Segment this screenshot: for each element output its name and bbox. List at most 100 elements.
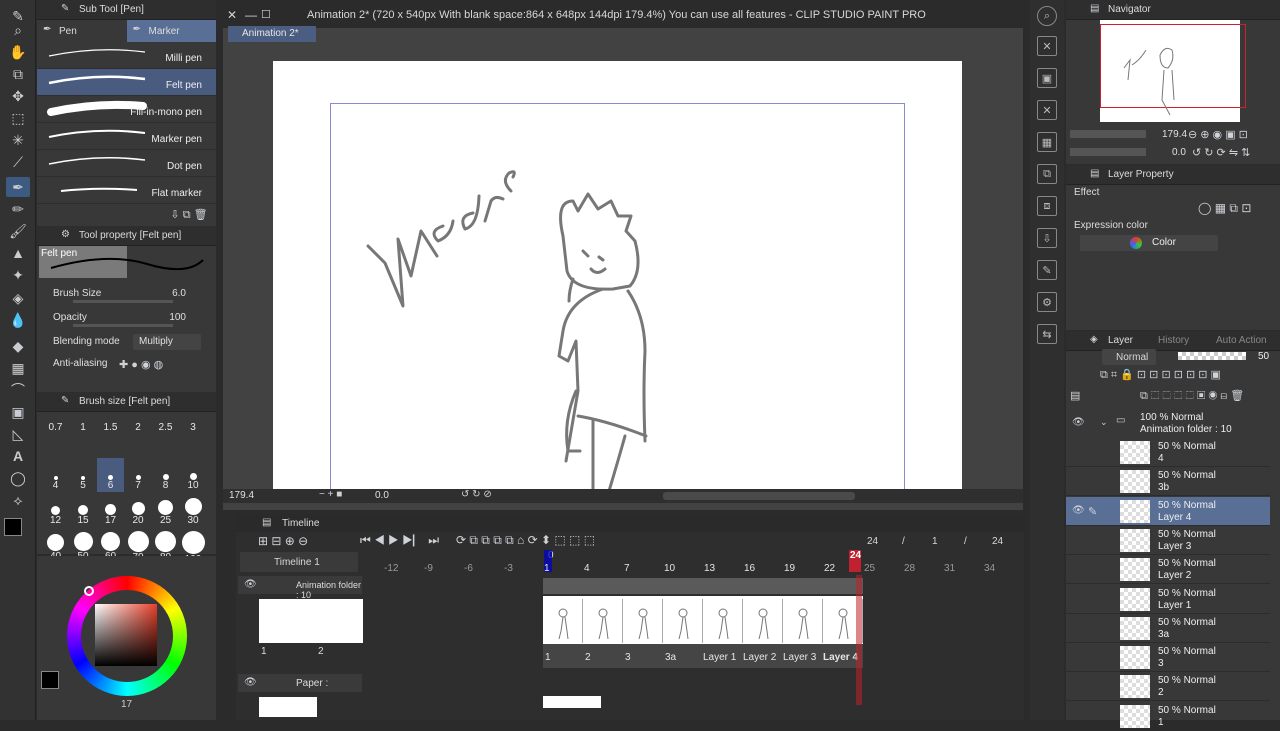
effect-buttons[interactable]: ◯ ▦ ⧉ ⊡ [1198,201,1251,216]
settings-icon[interactable]: ⚙ [1037,292,1057,312]
brush-size-option[interactable]: 5 [70,458,97,492]
folder-collapse-icon[interactable]: ⌄ [1100,417,1108,428]
brush-size-option[interactable]: 15 [70,493,97,527]
brush-size-slider[interactable] [73,300,173,303]
brush-icon[interactable]: 🖌 [6,221,30,241]
zoom-controls[interactable]: − + ■ [319,489,342,500]
object-icon[interactable]: ⧉ [6,64,30,84]
rotate-controls[interactable]: ↺ ↻ ⊘ [461,489,492,500]
minimize-doc-icon[interactable]: — [245,8,257,22]
brush-size-option[interactable]: 3 [180,422,207,456]
frame-icon[interactable]: ⧈ [1037,196,1057,216]
track-paper[interactable]: 👁 Paper : [238,674,362,692]
track-animation-folder[interactable]: 👁 Animation folder : 10 [238,576,362,600]
eye-icon[interactable]: 👁 [1072,505,1085,516]
navigator-zoom[interactable]: 179.4 [1162,129,1187,140]
layer-row[interactable]: 50 % Normal 1 [1066,702,1270,731]
brush-size-option[interactable]: 10 [180,458,207,492]
frame-current[interactable]: 24 [867,536,878,547]
eyedropper-icon[interactable]: ⟋ [6,152,30,172]
layer-row[interactable]: 👁 ✎ 50 % Normal Layer 4 [1066,496,1270,526]
zoom-slider[interactable] [1070,130,1146,138]
balloon-icon[interactable]: ◯ [6,468,30,488]
playhead[interactable]: 24 [849,550,861,572]
frame-end[interactable]: 24 [992,536,1003,547]
brush-felt-pen[interactable]: Felt pen [37,69,216,96]
brush-size-option[interactable]: 7 [125,458,152,492]
frame-cell[interactable] [583,599,623,643]
move-icon[interactable]: ✥ [6,86,30,106]
navigator-rotation[interactable]: 0.0 [1172,147,1186,158]
main-color-swatch[interactable] [4,518,22,536]
frame-cell[interactable] [703,599,743,643]
eye-icon[interactable]: 👁 [244,579,257,590]
rotation-slider[interactable] [1070,148,1146,156]
tab-marker[interactable]: ✒ Marker [126,20,216,42]
opacity-slider[interactable] [73,324,173,327]
brush-size-option[interactable]: 25 [152,493,179,527]
brush-fill-in-mono-pen[interactable]: Fill-in-mono pen [37,96,216,123]
canvas-zoom-value[interactable]: 179.4 [229,490,254,501]
layer-lock-icons[interactable]: ⧉ ⌗ 🔒 ⊡ ⊡ ⊡ ⊡ ⊡ ⊡ ▣ [1100,368,1221,382]
blending-select[interactable]: Multiply [133,334,201,350]
auto-select-icon[interactable]: ✳ [6,130,30,150]
brush-size-option[interactable]: 20 [125,493,152,527]
navigator-preview[interactable] [1100,20,1246,122]
subtool-actions[interactable]: ⇩ ⧉ 🗑 [165,208,213,222]
pencil-icon[interactable]: ✏ [6,199,30,219]
eye-icon[interactable]: 👁 [244,677,257,688]
brush-size-option[interactable]: 12 [42,493,69,527]
hue-handle[interactable] [84,586,94,596]
ruler-icon[interactable]: ◺ [6,424,30,444]
timeline-select[interactable]: Timeline 1 [240,552,358,572]
eye-icon[interactable]: 👁 [1072,417,1085,428]
brush-size-option[interactable]: 1.5 [97,422,124,456]
airbrush-icon[interactable]: ▲ [6,243,30,263]
brush-marker-pen[interactable]: Marker pen [37,123,216,150]
layer-row[interactable]: 50 % Normal 2 [1066,672,1270,702]
layer-move-icon[interactable]: ⇆ [1037,324,1057,344]
layer-row[interactable]: 50 % Normal 3b [1066,467,1270,497]
brush-size-option[interactable]: 30 [180,493,207,527]
document-tab[interactable]: Animation 2* [228,26,316,42]
track-thumbnails[interactable] [259,599,363,643]
timeline-tool-icons[interactable]: ⟳ ⧉ ⧉ ⧉ ⧉ ⌂ ⟳ ⬍ ⬚ ⬚ ⬚ [456,533,595,548]
cross-box-icon[interactable]: ✕ [1037,36,1057,56]
timeline-new-icons[interactable]: ⊞ ⊟ ⊕ ⊖ [258,534,308,548]
blend-icon[interactable]: 💧 [6,310,30,330]
brush-size-option[interactable]: 17 [97,493,124,527]
layer-action-icons[interactable]: ⧉ ⬚ ⬚ ⬚ ⬚ ▣ ◉ ⊟ 🗑 [1140,389,1244,403]
pen-icon[interactable]: ✒ [6,177,30,197]
frame-cell[interactable] [663,599,703,643]
tab-pen[interactable]: ✒ Pen [37,20,127,42]
layer-opacity-value[interactable]: 50 [1258,351,1269,362]
brush-size-option[interactable]: 8 [152,458,179,492]
text-icon[interactable]: A [6,446,30,466]
edit-icon[interactable]: ✎ [1037,260,1057,280]
layer-opacity-slider[interactable] [1178,352,1246,360]
navigator-zoom-buttons[interactable]: ⊖ ⊕ ◉ ▣ ⊡ [1188,128,1248,141]
navigator-rotate-buttons[interactable]: ↺ ↻ ⟳ ⇋ ⇅ [1192,146,1250,159]
frame-cell[interactable] [743,599,783,643]
opacity-row[interactable]: Opacity 100 [37,308,216,330]
brush-size-option[interactable]: 4 [42,458,69,492]
frame-cell[interactable] [623,599,663,643]
grid-icon[interactable]: ▦ [1037,132,1057,152]
brush-size-row[interactable]: Brush Size 6.0 [37,284,216,306]
blending-row[interactable]: Blending mode Multiply [37,332,216,354]
decoration-icon[interactable]: ✦ [6,265,30,285]
gradient-icon[interactable]: ▦ [6,358,30,378]
antialias-options[interactable]: ✚ ● ◉ ◍ [119,358,163,371]
eraser-icon[interactable]: ◈ [6,288,30,308]
search-icon[interactable]: ⌕ [1037,6,1057,26]
saturation-value-square[interactable] [95,604,157,666]
tab-history[interactable]: History [1158,335,1189,346]
playback-controls[interactable]: ⏮ ◀ ▶ ▶▏ ⏭ [360,533,439,548]
layer-row[interactable]: 50 % Normal Layer 3 [1066,526,1270,555]
brush-milli-pen[interactable]: Milli pen [37,42,216,69]
frame-icon[interactable]: ▣ [6,402,30,422]
brush-dot-pen[interactable]: Dot pen [37,150,216,177]
layer-row[interactable]: 50 % Normal Layer 2 [1066,555,1270,585]
figure-icon[interactable]: ⌒ [6,380,30,400]
frame-cell[interactable] [783,599,823,643]
